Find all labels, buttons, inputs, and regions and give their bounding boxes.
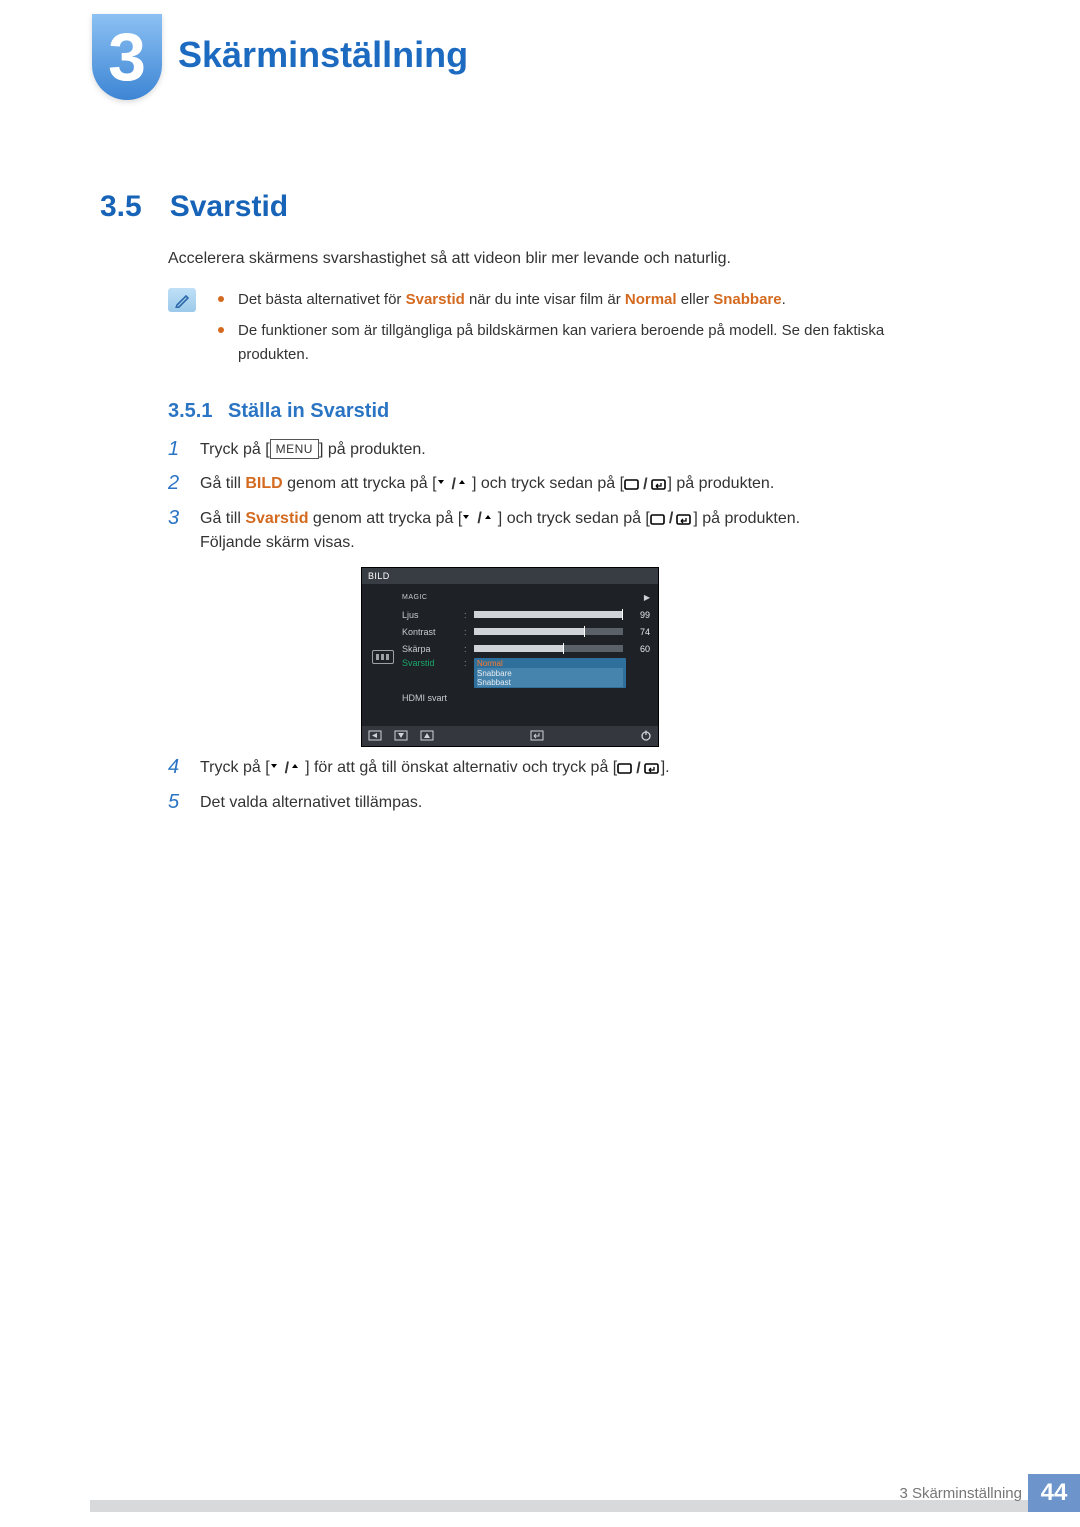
section-intro: Accelerera skärmens svarshastighet så at…	[168, 250, 731, 268]
osd-slider	[474, 628, 623, 635]
osd-option: Snabbare	[477, 669, 623, 678]
step-text: Gå till BILD genom att trycka på [/] och…	[200, 472, 948, 497]
chapter-title: Skärminställning	[178, 34, 468, 76]
note-text: Det bästa alternativet för Svarstid när …	[238, 288, 786, 311]
up-icon	[420, 730, 434, 743]
down-icon	[394, 730, 408, 743]
source-enter-icon: /	[617, 757, 660, 781]
osd-preview: BILD MAGIC ▶ Ljus : 99 Kontrast : 74	[362, 568, 658, 746]
step-text: Gå till Svarstid genom att trycka på [/]…	[200, 507, 948, 556]
subsection-number: 3.5.1	[168, 400, 212, 422]
menu-button-label: MENU	[270, 439, 319, 459]
step: 2 Gå till BILD genom att trycka på [/] o…	[168, 472, 948, 497]
power-icon	[640, 729, 652, 743]
osd-row-ljus: Ljus : 99	[402, 607, 650, 622]
osd-value: 99	[632, 610, 650, 620]
osd-row-kontrast: Kontrast : 74	[402, 624, 650, 639]
bullet-icon	[218, 296, 224, 302]
osd-row-magic: MAGIC ▶	[402, 590, 650, 605]
footer-text: 3 Skärminställning	[899, 1485, 1022, 1502]
osd-row-hdmi: HDMI svart	[402, 690, 650, 705]
step: 5 Det valda alternativet tillämpas.	[168, 791, 948, 815]
section-heading: 3.5 Svarstid	[100, 190, 288, 224]
source-enter-icon: /	[624, 473, 667, 497]
step-number: 4	[168, 756, 186, 779]
step-number: 3	[168, 507, 186, 530]
osd-label: Skärpa	[402, 644, 458, 654]
osd-value: 74	[632, 627, 650, 637]
step-number: 2	[168, 472, 186, 495]
osd-label: Kontrast	[402, 627, 458, 637]
osd-label-active: Svarstid	[402, 658, 458, 668]
note-item: De funktioner som är tillgängliga på bil…	[218, 319, 958, 366]
step-list-continued: 4 Tryck på [/] för att gå till önskat al…	[168, 756, 948, 825]
triangle-right-icon: ▶	[632, 593, 650, 602]
down-up-icon: /	[462, 507, 497, 531]
osd-footer	[362, 726, 658, 746]
step-text: Det valda alternativet tillämpas.	[200, 791, 948, 815]
osd-dropdown: Normal Snabbare Snabbast	[474, 658, 626, 688]
osd-title: BILD	[362, 568, 658, 584]
osd-slider	[474, 611, 623, 618]
osd-category-icon	[370, 590, 396, 724]
osd-option-selected: Normal	[477, 659, 623, 668]
step: 4 Tryck på [/] för att gå till önskat al…	[168, 756, 948, 781]
osd-option: Snabbast	[477, 678, 623, 687]
step-text: Tryck på [/] för att gå till önskat alte…	[200, 756, 948, 781]
osd-label: MAGIC	[402, 594, 458, 601]
section-number: 3.5	[100, 190, 142, 224]
enter-icon	[530, 730, 544, 743]
step-number: 5	[168, 791, 186, 814]
down-up-icon: /	[437, 473, 472, 497]
note-text: De funktioner som är tillgängliga på bil…	[238, 319, 958, 366]
down-up-icon: /	[270, 757, 305, 781]
osd-value: 60	[632, 644, 650, 654]
back-icon	[368, 730, 382, 743]
subsection-title: Ställa in Svarstid	[228, 400, 389, 422]
subsection-heading: 3.5.1 Ställa in Svarstid	[168, 400, 389, 423]
osd-label: Ljus	[402, 610, 458, 620]
osd-slider	[474, 645, 623, 652]
step: 1 Tryck på [MENU] på produkten.	[168, 438, 948, 462]
step-number: 1	[168, 438, 186, 461]
step: 3 Gå till Svarstid genom att trycka på […	[168, 507, 948, 556]
osd-row-svarstid: Svarstid : Normal Snabbare Snabbast	[402, 658, 650, 688]
page-footer: 3 Skärminställning 44	[90, 1474, 1080, 1512]
section-title: Svarstid	[170, 190, 288, 224]
step-text: Tryck på [MENU] på produkten.	[200, 438, 948, 462]
note-icon	[168, 288, 196, 312]
source-enter-icon: /	[650, 507, 693, 531]
step-list: 1 Tryck på [MENU] på produkten. 2 Gå til…	[168, 438, 948, 565]
chapter-number-badge: 3	[92, 14, 162, 100]
bullet-icon	[218, 327, 224, 333]
page-number: 44	[1028, 1474, 1080, 1512]
osd-row-skarpa: Skärpa : 60	[402, 641, 650, 656]
note-list: Det bästa alternativet för Svarstid när …	[218, 288, 958, 374]
osd-label: HDMI svart	[402, 693, 458, 703]
note-item: Det bästa alternativet för Svarstid när …	[218, 288, 958, 311]
